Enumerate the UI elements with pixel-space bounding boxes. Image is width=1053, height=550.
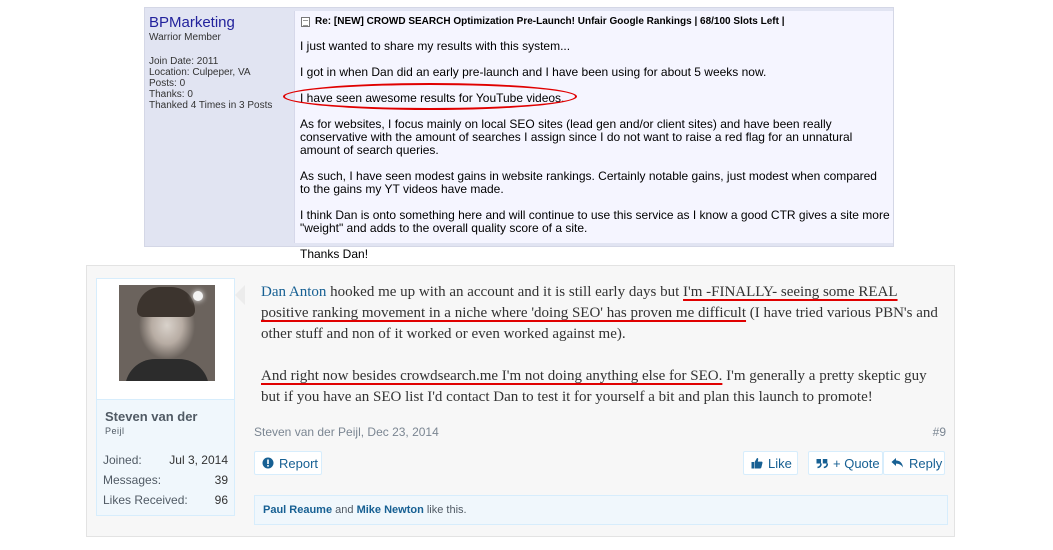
mention-link-dan-anton[interactable]: Dan Anton xyxy=(261,284,326,300)
post-author-date-link[interactable]: Steven van der Peijl, Dec 23, 2014 xyxy=(254,425,439,439)
avatar-container xyxy=(97,279,234,400)
author-username-link[interactable]: Steven van der Peijl xyxy=(105,409,230,436)
post-paragraph: I just wanted to share my results with t… xyxy=(300,39,571,53)
post-title-text: Re: [NEW] CROWD SEARCH Optimization Pre-… xyxy=(315,16,785,27)
post-message-body: Dan Anton hooked me up with an account a… xyxy=(261,282,941,420)
thumbs-up-icon xyxy=(751,457,763,469)
stat-likes-received: Likes Received: 96 xyxy=(103,493,228,507)
likes-summary: Paul Reaume and Mike Newton like this. xyxy=(254,495,948,525)
post-meta: Steven van der Peijl, Dec 23, 2014 #9 xyxy=(254,425,948,439)
author-thanks: Thanks: 0 xyxy=(149,89,193,100)
post-paragraph: As such, I have seen modest gains in web… xyxy=(300,169,877,196)
post-body: I just wanted to share my results with t… xyxy=(300,40,890,274)
report-button[interactable]: Report xyxy=(254,451,322,475)
post-number-link[interactable]: #9 xyxy=(933,425,946,439)
quote-button[interactable]: + Quote xyxy=(808,451,883,475)
stat-messages: Messages: 39 xyxy=(103,473,228,487)
like-button[interactable]: Like xyxy=(743,451,798,475)
message-paragraph-2: And right now besides crowdsearch.me I'm… xyxy=(261,368,927,405)
reply-arrow-icon xyxy=(891,457,904,469)
post-paragraph: I got in when Dan did an early pre-launc… xyxy=(300,65,767,79)
document-icon xyxy=(301,16,310,27)
author-user-title: Warrior Member xyxy=(149,32,221,43)
liker-link-mike-newton[interactable]: Mike Newton xyxy=(357,504,424,516)
post-author-panel: BPMarketing Warrior Member Join Date: 20… xyxy=(149,14,289,111)
post-paragraph: As for websites, I focus mainly on local… xyxy=(300,117,853,157)
post-message-area: Re: [NEW] CROWD SEARCH Optimization Pre-… xyxy=(294,11,893,261)
red-highlight-circle xyxy=(283,83,577,110)
underlined-text: And right now besides crowdsearch.me I'm… xyxy=(261,368,723,384)
speech-arrow xyxy=(235,285,245,305)
quote-icon xyxy=(816,457,828,469)
post-paragraph: I think Dan is onto something here and w… xyxy=(300,208,890,235)
author-thanked: Thanked 4 Times in 3 Posts xyxy=(149,100,273,111)
author-username-link[interactable]: BPMarketing xyxy=(149,14,289,31)
author-location: Location: Culpeper, VA xyxy=(149,67,251,78)
avatar[interactable] xyxy=(119,285,215,381)
post-title: Re: [NEW] CROWD SEARCH Optimization Pre-… xyxy=(301,16,785,27)
post-author-panel: Steven van der Peijl Joined: Jul 3, 2014… xyxy=(96,278,235,516)
stat-joined: Joined: Jul 3, 2014 xyxy=(103,453,228,467)
author-posts: Posts: 0 xyxy=(149,78,186,89)
author-stats: Joined: Jul 3, 2014 Messages: 39 Likes R… xyxy=(97,450,234,510)
liker-link-paul-reaume[interactable]: Paul Reaume xyxy=(263,504,332,516)
author-stats: Join Date: 2011 Location: Culpeper, VA P… xyxy=(149,56,289,111)
forum-post-steven: Steven van der Peijl Joined: Jul 3, 2014… xyxy=(86,265,955,537)
forum-post-bpmarketing: BPMarketing Warrior Member Join Date: 20… xyxy=(144,7,894,261)
post-paragraph: Thanks Dan! xyxy=(300,247,369,261)
alert-circle-icon xyxy=(262,457,274,469)
author-join-date: Join Date: 2011 xyxy=(149,56,219,67)
reply-button[interactable]: Reply xyxy=(883,451,945,475)
message-paragraph-1: Dan Anton hooked me up with an account a… xyxy=(261,284,938,342)
